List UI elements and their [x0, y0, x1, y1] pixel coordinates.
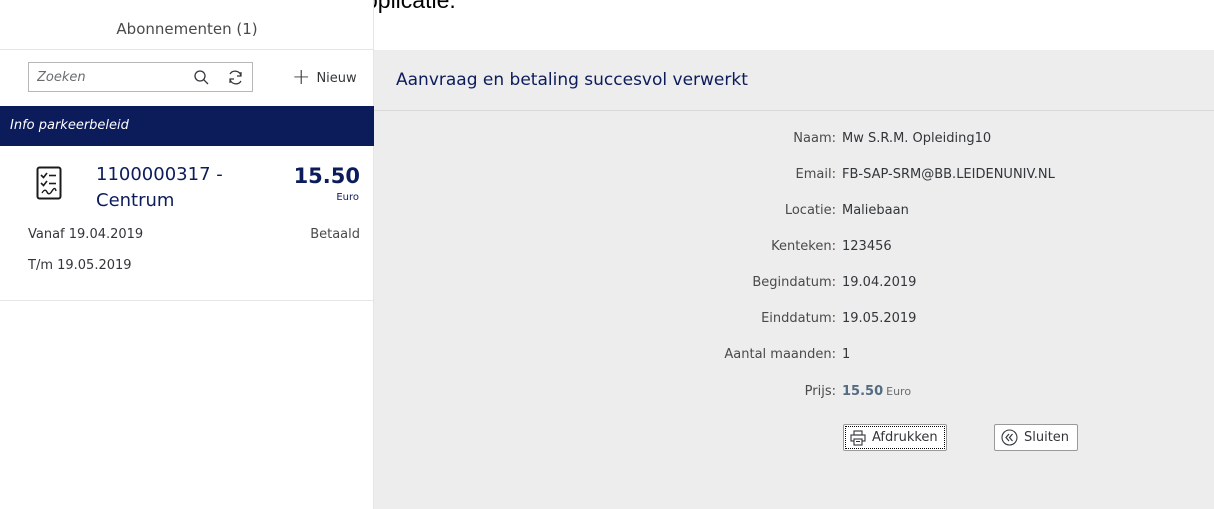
field-row-aantal-maanden: Aantal maanden: 1	[374, 347, 1214, 367]
price-currency: Euro	[886, 385, 912, 398]
search-input[interactable]	[29, 63, 187, 91]
checklist-document-icon	[36, 166, 62, 200]
field-value: Mw S.R.M. Opleiding10	[842, 131, 992, 146]
item-title-line1: 1100000317 -	[96, 164, 223, 185]
price-value: 15.50 Euro	[842, 384, 911, 399]
field-value: 1	[842, 347, 851, 362]
field-row-email: Email: FB-SAP-SRM@BB.LEIDENUNIV.NL	[374, 167, 1214, 187]
item-start-date: Vanaf 19.04.2019	[28, 227, 144, 242]
print-button[interactable]: Afdrukken	[843, 424, 947, 451]
master-title: Abonnementen (1)	[116, 20, 258, 38]
refresh-icon[interactable]	[227, 69, 244, 86]
field-label: Begindatum:	[752, 275, 836, 290]
master-panel: Abonnementen (1) + Nieuw Info parkeerbel…	[0, 0, 374, 509]
divider	[0, 49, 374, 50]
item-title-line2: Centrum	[96, 190, 175, 211]
field-row-naam: Naam: Mw S.R.M. Opleiding10	[374, 131, 1214, 151]
close-back-icon	[1001, 429, 1018, 446]
print-button-label: Afdrukken	[872, 430, 938, 445]
detail-panel: Aanvraag en betaling succesvol verwerkt …	[374, 50, 1214, 509]
field-row-einddatum: Einddatum: 19.05.2019	[374, 311, 1214, 331]
list-item[interactable]: 1100000317 - Centrum 15.50 Euro Vanaf 19…	[0, 146, 374, 301]
search-field[interactable]	[28, 62, 253, 92]
printer-icon	[850, 429, 866, 446]
field-value: 19.04.2019	[842, 275, 917, 290]
plus-icon: +	[292, 65, 311, 90]
item-status: Betaald	[310, 227, 360, 242]
item-title: 1100000317 - Centrum	[96, 162, 266, 214]
close-button[interactable]: Sluiten	[994, 424, 1079, 451]
field-label: Kenteken:	[771, 239, 836, 254]
field-label: Locatie:	[784, 203, 836, 218]
field-row-locatie: Locatie: Maliebaan	[374, 203, 1214, 223]
field-value: FB-SAP-SRM@BB.LEIDENUNIV.NL	[842, 167, 1055, 182]
close-button-label: Sluiten	[1024, 430, 1070, 445]
field-label: Aantal maanden:	[724, 347, 836, 362]
info-label: Info parkeerbeleid	[10, 118, 129, 133]
field-label: Prijs:	[804, 384, 836, 399]
field-row-kenteken: Kenteken: 123456	[374, 239, 1214, 259]
new-button-label: Nieuw	[316, 70, 357, 86]
info-parkeerbeleid-link[interactable]: Info parkeerbeleid	[0, 106, 374, 146]
field-row-begindatum: Begindatum: 19.04.2019	[374, 275, 1214, 295]
field-value: 123456	[842, 239, 892, 254]
field-row-prijs: Prijs: 15.50 Euro	[374, 384, 1214, 404]
field-label: Email:	[795, 167, 836, 182]
search-icon[interactable]	[193, 69, 210, 86]
field-label: Einddatum:	[761, 311, 836, 326]
item-end-date: T/m 19.05.2019	[28, 258, 132, 273]
detail-title: Aanvraag en betaling succesvol verwerkt	[374, 50, 1214, 111]
new-button[interactable]: + Nieuw	[292, 66, 357, 90]
field-value: Maliebaan	[842, 203, 909, 218]
item-currency: Euro	[336, 192, 359, 203]
price-amount: 15.50	[842, 384, 884, 399]
field-value: 19.05.2019	[842, 311, 917, 326]
field-label: Naam:	[793, 131, 836, 146]
item-amount: 15.50	[293, 164, 360, 188]
